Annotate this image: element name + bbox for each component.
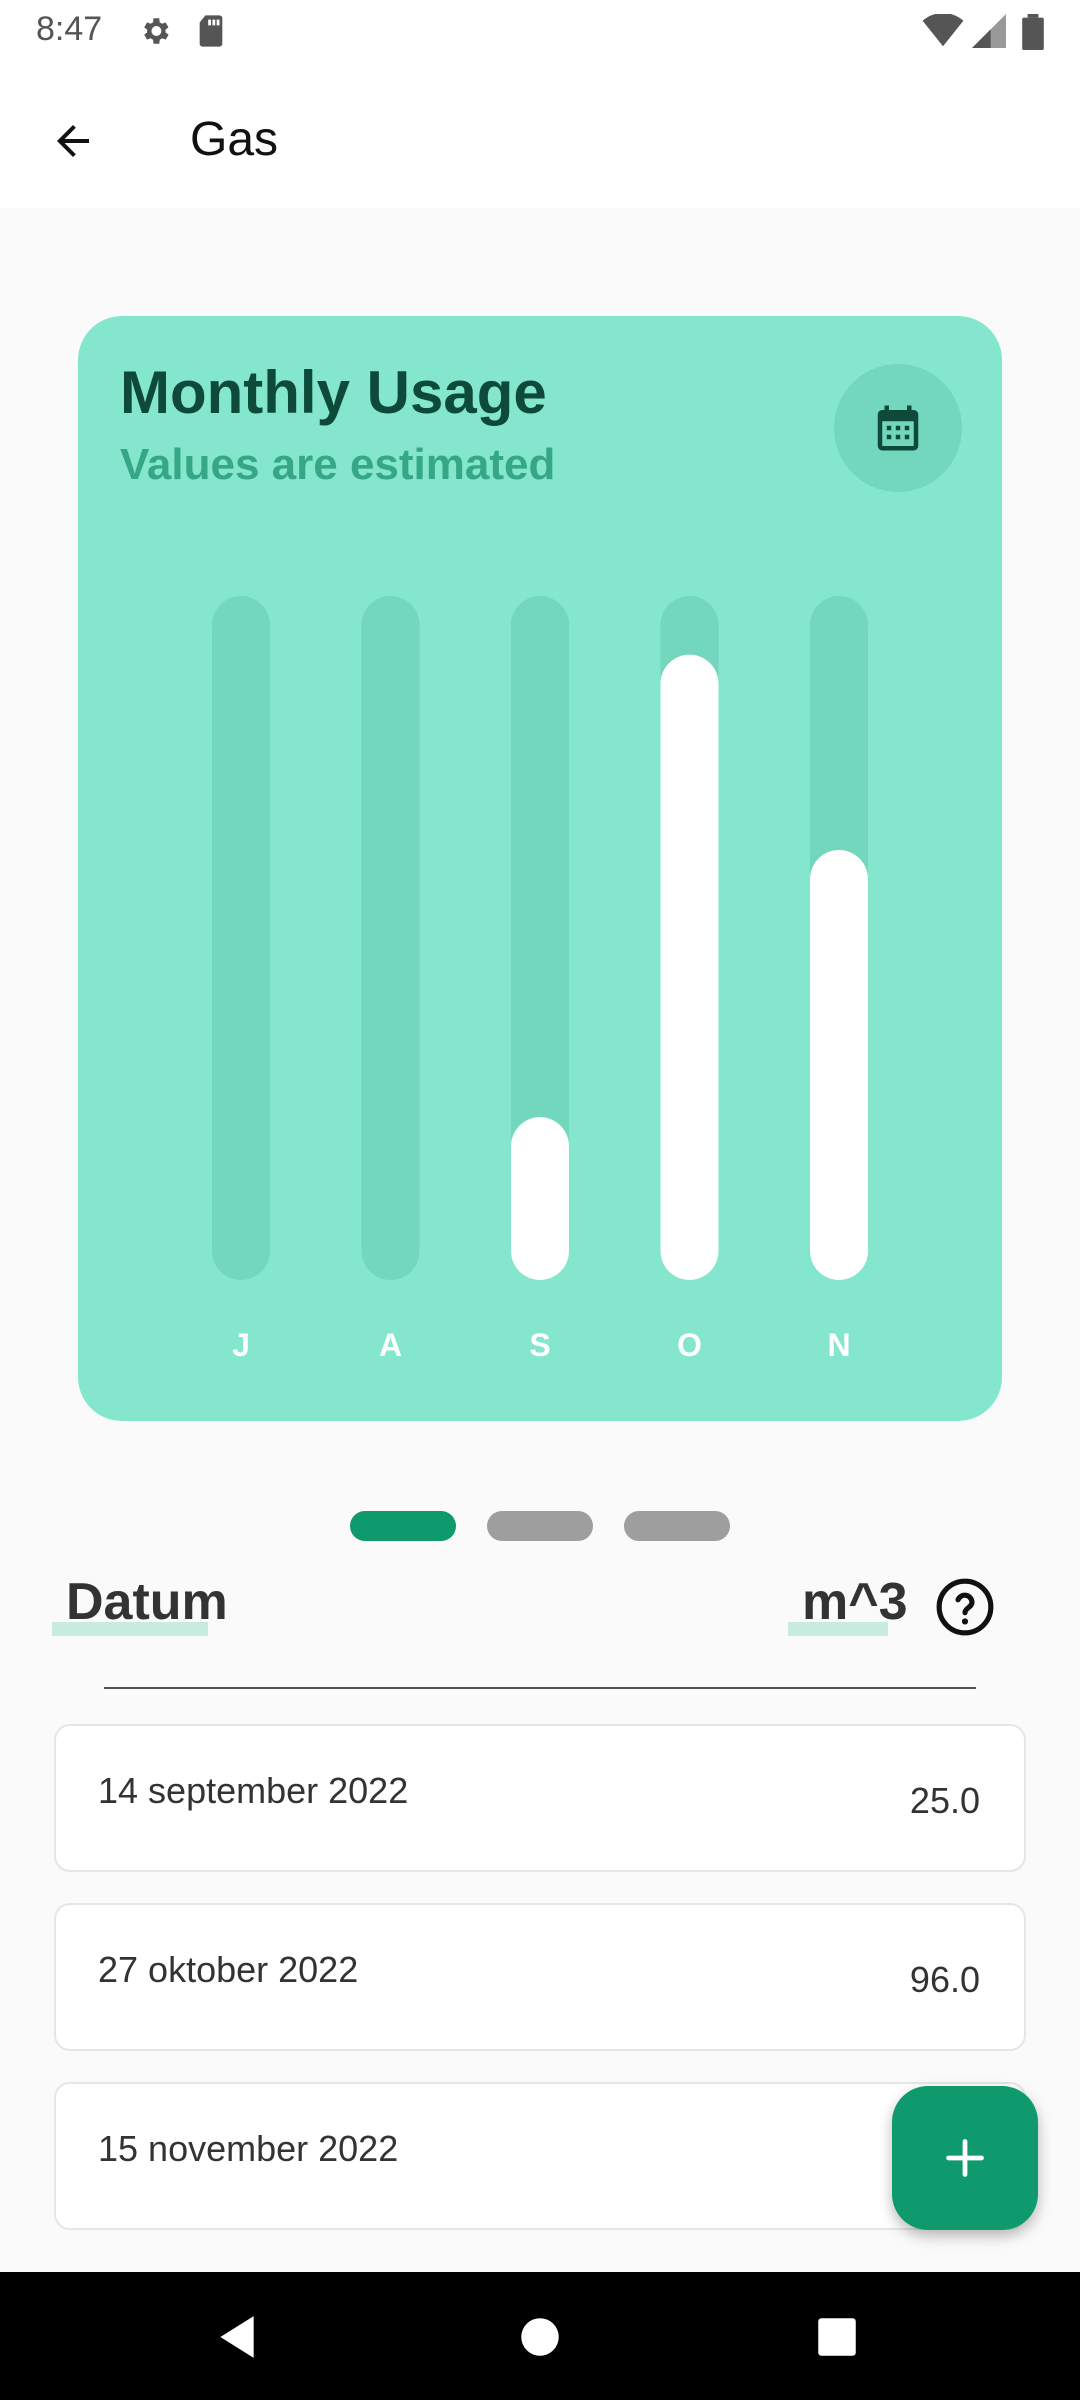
bar-track-A [361,596,420,1280]
battery-icon [1022,14,1044,50]
app-bar: Gas [0,62,1080,208]
row-date: 15 november 2022 [98,2128,399,2169]
help-circle-icon [936,1578,994,1636]
back-button[interactable] [30,98,116,184]
pager-dot-2[interactable] [487,1511,593,1541]
page-title: Gas [190,113,279,166]
x-tick-label-A: A [379,1327,402,1363]
nav-recents-icon[interactable] [812,2312,862,2362]
nav-home-icon[interactable] [515,2312,565,2362]
x-tick-label-O: O [677,1327,702,1363]
header-divider [104,1687,976,1689]
pager-dot-3[interactable] [624,1511,730,1541]
nav-back-icon[interactable] [212,2312,262,2362]
row-date: 27 oktober 2022 [98,1949,359,1990]
bar-O[interactable] [660,654,719,1280]
calendar-icon [877,405,919,451]
help-button[interactable] [934,1576,996,1638]
list-item[interactable]: 14 september 2022 25.0 [54,1724,1026,1872]
gear-icon [144,18,169,44]
list-item[interactable]: 15 november 2022 [54,2082,1026,2230]
plus-icon [946,2139,984,2177]
status-bar: 8:47 [0,0,1080,62]
add-entry-button[interactable] [892,2086,1038,2230]
arrow-left-icon [57,125,89,157]
date-column-header[interactable]: Datum [66,1572,228,1632]
pager-dot-1[interactable] [350,1511,456,1541]
status-time: 8:47 [36,10,103,48]
x-tick-label-N: N [827,1327,850,1363]
card-subtitle: Values are estimated [120,440,556,489]
monthly-usage-card[interactable]: J A S O N Monthly Usage Values are estimated [78,316,1002,1421]
calendar-button[interactable] [834,364,962,492]
unit-column-header[interactable]: m^3 [802,1572,908,1632]
system-nav-bar [0,2272,1080,2400]
row-value: 25.0 [909,1780,980,1821]
bar-N[interactable] [810,850,868,1280]
row-value: 96.0 [909,1959,980,2000]
bar-S[interactable] [511,1117,569,1280]
signal-icon [972,14,1006,48]
wifi-icon [922,14,964,47]
x-tick-label-S: S [529,1327,550,1363]
list-item[interactable]: 27 oktober 2022 96.0 [54,1903,1026,2051]
sd-card-icon [199,15,223,47]
card-title: Monthly Usage [120,359,547,426]
row-date: 14 september 2022 [98,1770,409,1811]
bar-track-J [212,596,270,1280]
x-tick-label-J: J [232,1327,250,1363]
